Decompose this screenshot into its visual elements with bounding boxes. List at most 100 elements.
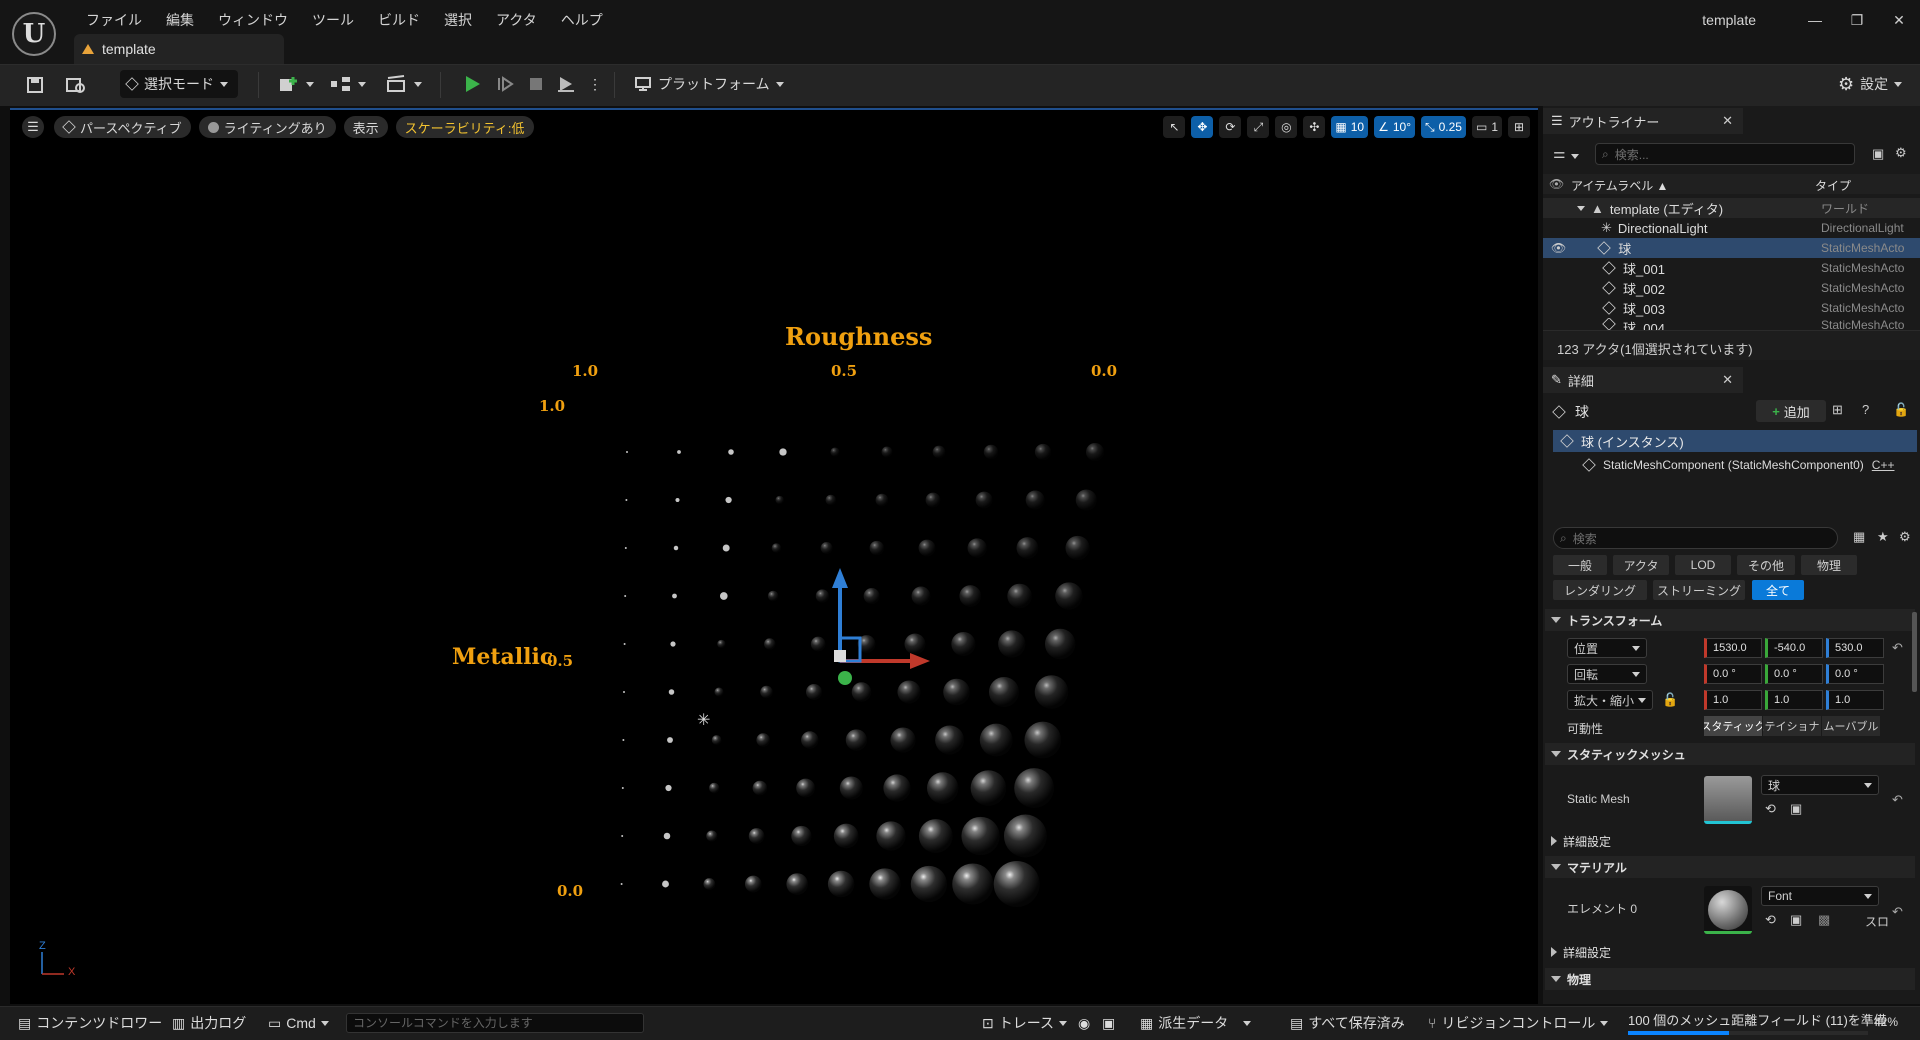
scale-snap-toggle[interactable]: ⤡ 0.25 [1421, 116, 1466, 138]
details-scrollbar[interactable] [1912, 612, 1917, 692]
browse-icon[interactable]: ▣ [1790, 801, 1802, 817]
material-sphere[interactable] [988, 676, 1020, 708]
material-sphere[interactable] [717, 639, 726, 649]
grid-snap-toggle[interactable]: ▦ 10 [1331, 116, 1369, 138]
stop-icon[interactable] [522, 70, 550, 98]
lock-icon[interactable]: 🔓 [1893, 402, 1909, 418]
scale-z-field[interactable]: 1.0 [1826, 690, 1884, 710]
surface-snap-icon[interactable]: ✣ [1303, 116, 1326, 138]
close-icon[interactable]: ✕ [1722, 372, 1733, 388]
material-sphere[interactable] [668, 689, 675, 695]
material-sphere[interactable] [621, 787, 624, 789]
material-sphere[interactable] [670, 641, 676, 647]
play-button[interactable] [456, 70, 488, 98]
outliner-row[interactable]: ▲ template (エディタ) ワールド [1543, 198, 1920, 218]
translate-gizmo[interactable] [818, 566, 938, 691]
scale-icon[interactable]: ⤢ [1247, 116, 1270, 138]
menu-file[interactable]: ファイル [74, 10, 154, 30]
advance-frame-icon[interactable] [490, 70, 520, 98]
material-sphere[interactable] [626, 451, 628, 453]
trace-dropdown[interactable]: ⊡ トレース [982, 1014, 1068, 1032]
physics-section[interactable]: 物理 [1545, 968, 1915, 990]
details-tab[interactable]: ✎ 詳細 ✕ [1543, 367, 1743, 393]
filter-icon[interactable]: ⚌ [1553, 145, 1566, 162]
rotation-y-field[interactable]: 0.0 ° [1765, 664, 1823, 684]
material-sphere[interactable] [943, 678, 970, 706]
output-log-button[interactable]: ▥ 出力ログ [172, 1014, 246, 1032]
outliner-row-selected[interactable]: 👁 球 StaticMeshActo [1543, 238, 1920, 258]
material-sphere[interactable] [663, 832, 671, 840]
material-sphere[interactable] [1075, 489, 1097, 511]
material-sphere[interactable] [975, 491, 993, 509]
material-sphere[interactable] [623, 691, 625, 693]
material-sphere[interactable] [771, 543, 782, 553]
mobility-movable[interactable]: ムーバブル [1822, 716, 1880, 736]
perspective-dropdown[interactable]: パースペクティブ [54, 116, 191, 138]
select-mode-dropdown[interactable]: 選択モード [120, 70, 238, 98]
material-sphere[interactable] [883, 774, 911, 802]
category-general[interactable]: 一般 [1553, 555, 1607, 575]
material-sphere[interactable] [1044, 628, 1076, 660]
component-row[interactable]: StaticMeshComponent (StaticMeshComponent… [1582, 458, 1894, 472]
scale-mode-dropdown[interactable]: 拡大・縮小 [1567, 690, 1653, 710]
menu-help[interactable]: ヘルプ [549, 10, 615, 30]
category-all[interactable]: 全て [1752, 580, 1804, 600]
material-sphere[interactable] [1034, 443, 1052, 461]
material-sphere[interactable] [833, 823, 859, 849]
material-sphere[interactable] [998, 630, 1026, 658]
menu-edit[interactable]: 編集 [154, 10, 206, 30]
outliner-search-input[interactable]: ⌕ 検索... [1595, 143, 1855, 165]
material-sphere[interactable] [881, 446, 893, 458]
material-sphere[interactable] [827, 870, 855, 898]
category-actor[interactable]: アクタ [1613, 555, 1669, 575]
task-status[interactable]: 100 個のメッシュ距離フィールド (11)を準備 [1628, 1010, 1887, 1028]
texture-icon[interactable]: ▩ [1818, 912, 1830, 928]
material-sphere[interactable] [983, 444, 999, 460]
cinematics-button[interactable] [380, 70, 428, 98]
material-sphere[interactable] [791, 825, 812, 847]
material-sphere[interactable] [1055, 582, 1083, 610]
material-thumbnail[interactable] [1704, 886, 1752, 934]
help-icon[interactable]: ? [1862, 402, 1869, 417]
material-sphere[interactable] [677, 450, 681, 454]
transform-section[interactable]: トランスフォーム [1545, 609, 1915, 631]
star-icon[interactable]: ★ [1877, 529, 1889, 545]
material-sphere[interactable] [927, 772, 959, 804]
visibility-eye-icon[interactable]: 👁 [1551, 241, 1566, 255]
outliner-tab[interactable]: ☰ アウトライナー ✕ [1543, 108, 1743, 134]
menu-tools[interactable]: ツール [300, 10, 366, 30]
use-selected-icon[interactable]: ⟲ [1765, 912, 1776, 928]
material-sphere[interactable] [925, 492, 941, 508]
more-options-icon[interactable]: ⋮ [582, 70, 608, 98]
material-sphere[interactable] [744, 875, 762, 893]
instance-row[interactable]: 球 (インスタンス) [1553, 430, 1917, 452]
material-sphere[interactable] [760, 685, 773, 699]
console-input[interactable]: コンソールコマンドを入力します [346, 1013, 644, 1033]
material-sphere[interactable] [979, 723, 1013, 757]
reset-location-icon[interactable]: ↶ [1892, 640, 1903, 656]
material-sphere[interactable] [672, 593, 677, 599]
add-component-button[interactable]: + 追加 [1756, 400, 1826, 422]
material-sphere[interactable] [1034, 675, 1069, 709]
material-sphere[interactable] [825, 494, 837, 506]
rotate-icon[interactable]: ⟳ [1219, 116, 1242, 138]
table-view-icon[interactable]: ▦ [1853, 529, 1865, 545]
material-sphere[interactable] [1025, 490, 1045, 510]
static-mesh-thumbnail[interactable] [1704, 776, 1752, 824]
menu-select[interactable]: 選択 [432, 10, 484, 30]
material-sphere[interactable] [1016, 537, 1039, 559]
location-z-field[interactable]: 530.0 [1826, 638, 1884, 658]
static-mesh-section[interactable]: スタティックメッシュ [1545, 743, 1915, 765]
material-sphere[interactable] [703, 878, 716, 890]
material-sphere[interactable] [952, 863, 994, 905]
material-sphere[interactable] [662, 880, 669, 888]
level-viewport[interactable] [10, 108, 1538, 1004]
material-sphere[interactable] [961, 816, 1000, 856]
scale-lock-icon[interactable]: 🔓 [1662, 692, 1678, 708]
column-type[interactable]: タイプ [1815, 177, 1851, 194]
material-sphere[interactable] [722, 544, 730, 552]
material-sphere[interactable] [779, 448, 787, 456]
material-sphere[interactable] [728, 449, 734, 455]
material-sphere[interactable] [820, 542, 833, 554]
save-all-button[interactable]: ▤ すべて保存済み [1290, 1014, 1405, 1032]
